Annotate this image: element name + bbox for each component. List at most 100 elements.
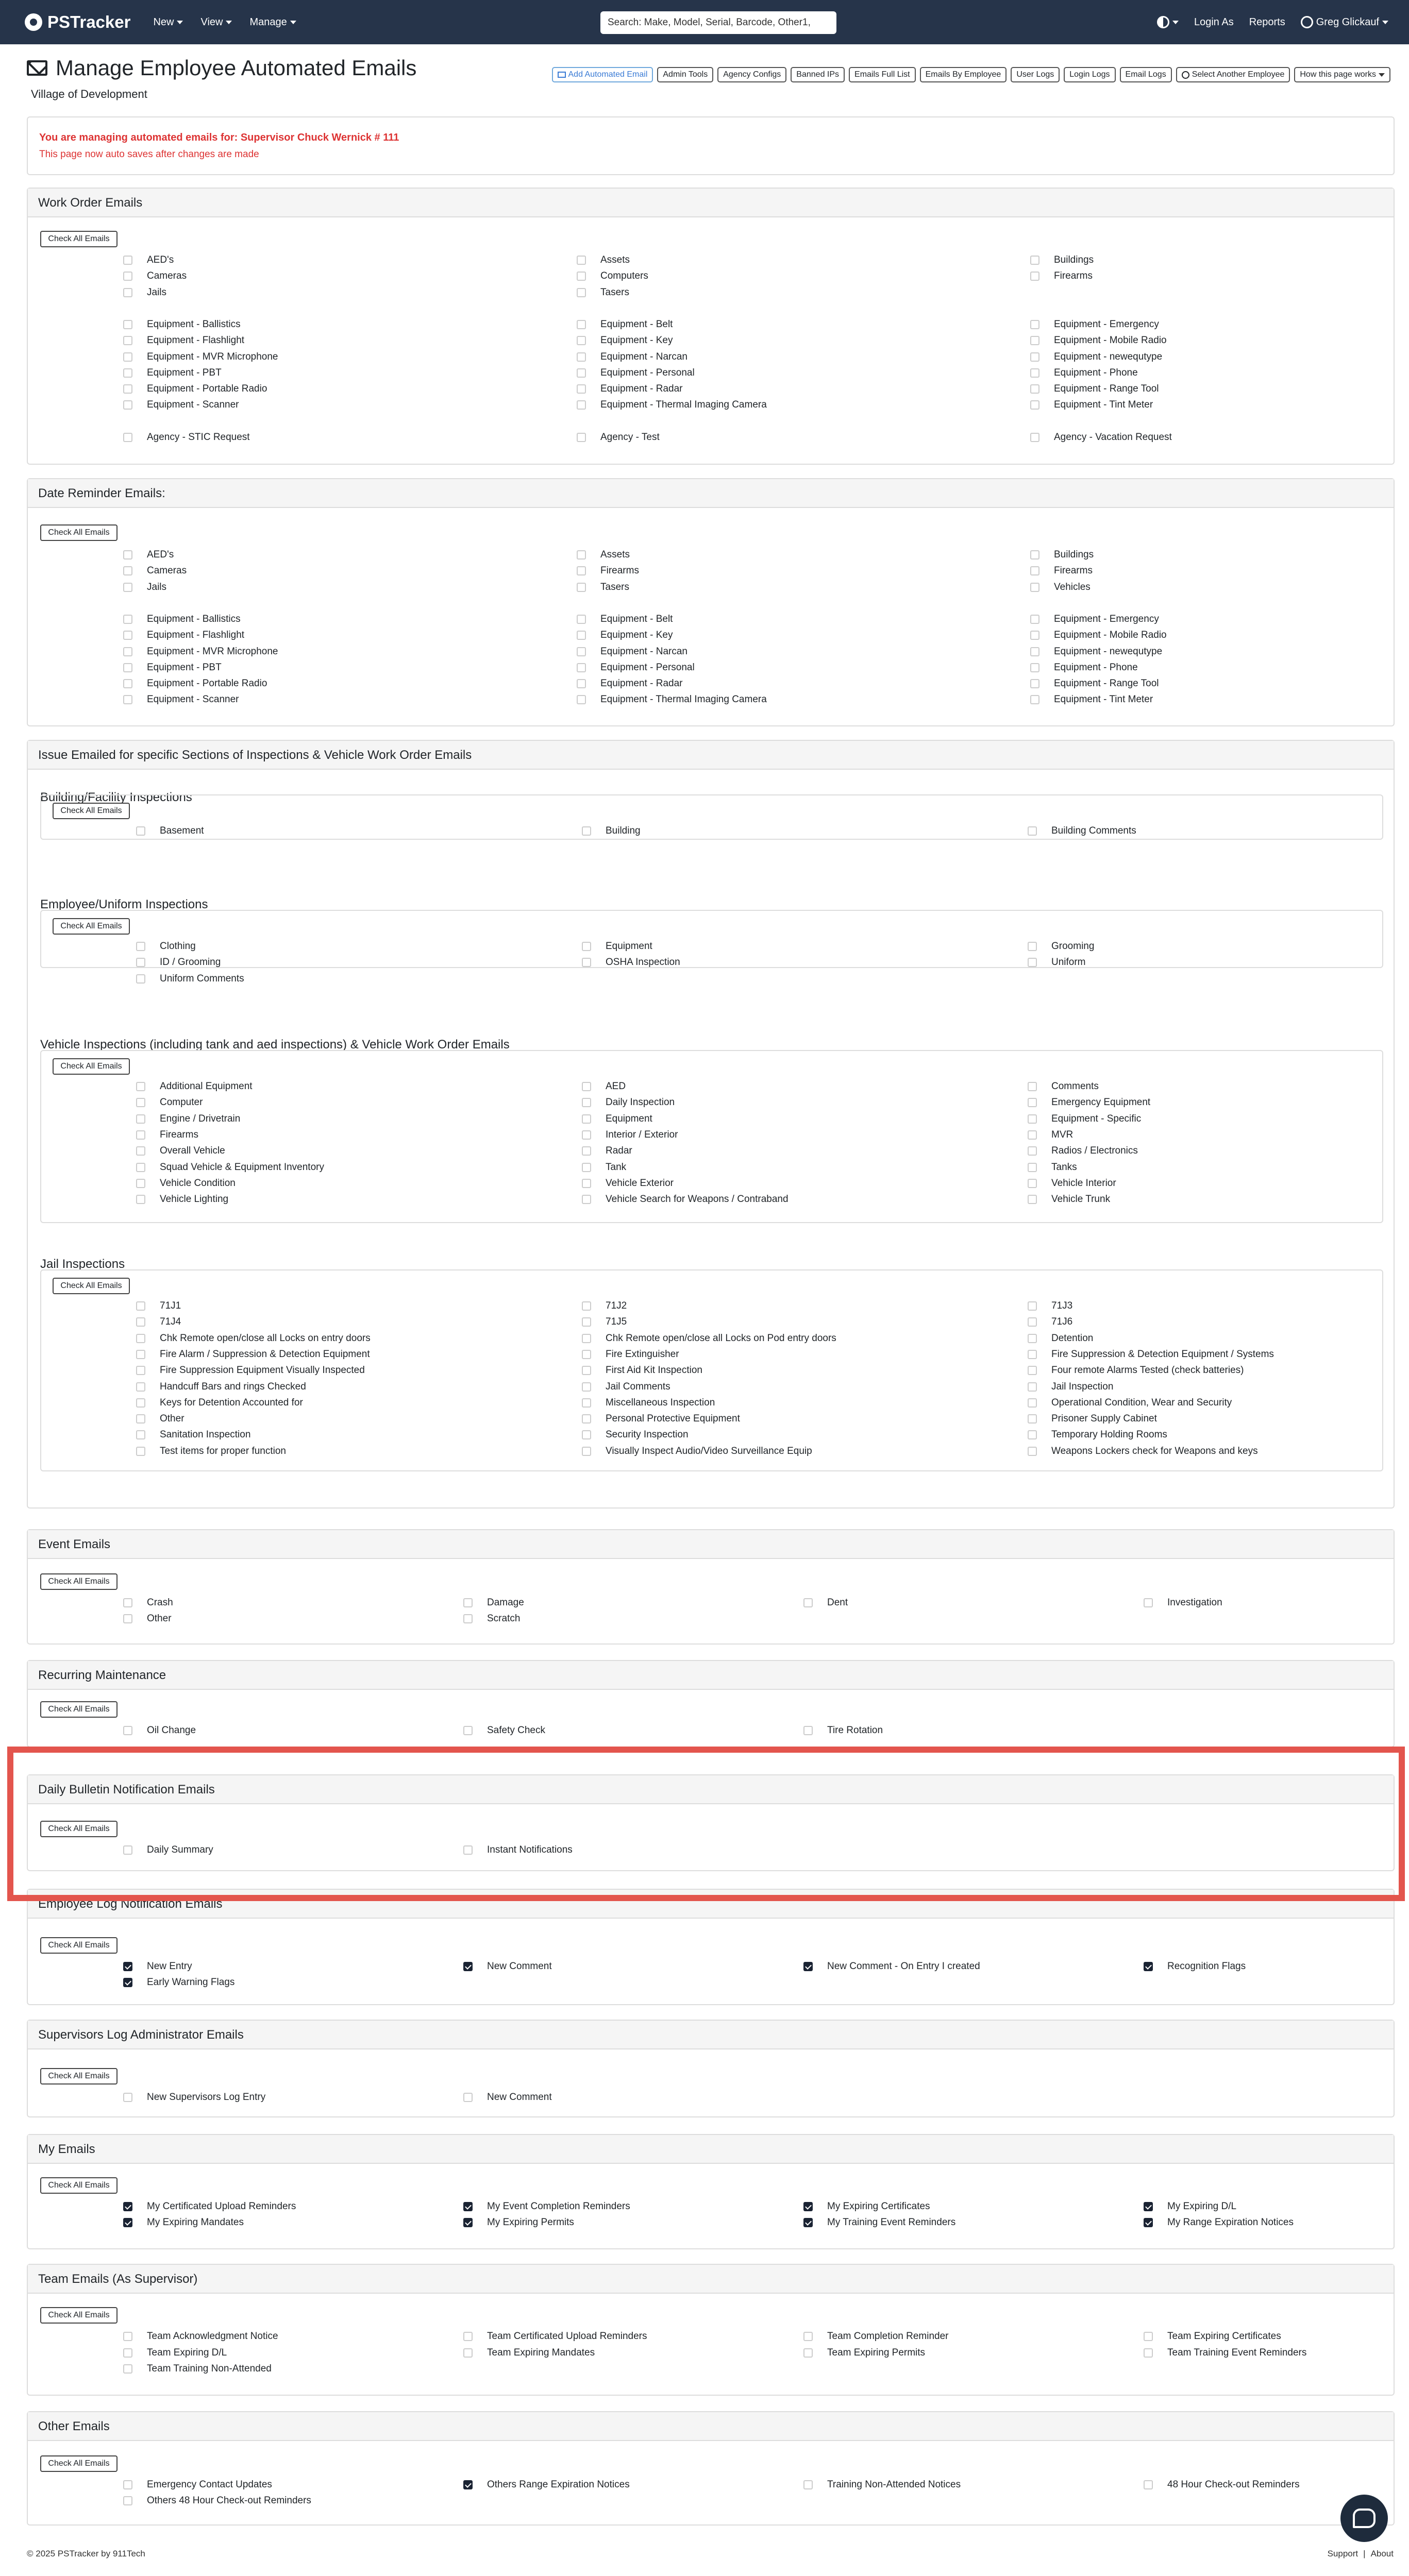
checkbox-item[interactable]: Equipment - Mobile Radio: [1030, 630, 1167, 641]
checkbox[interactable]: [123, 1845, 132, 1855]
checkbox[interactable]: [136, 1178, 145, 1188]
checkbox-item[interactable]: 71J5: [582, 1316, 627, 1328]
checkbox[interactable]: [136, 1430, 145, 1440]
check-all-button[interactable]: Check All Emails: [53, 918, 130, 935]
checkbox[interactable]: [1144, 2202, 1153, 2211]
checkbox[interactable]: [1030, 663, 1039, 672]
checkbox-item[interactable]: Equipment - Thermal Imaging Camera: [577, 694, 767, 705]
menu-manage[interactable]: Manage: [249, 16, 296, 28]
checkbox-item[interactable]: AED's: [123, 255, 174, 266]
checkbox[interactable]: [136, 1301, 145, 1311]
checkbox[interactable]: [1144, 1962, 1153, 1971]
checkbox-item[interactable]: New Comment - On Entry I created: [803, 1961, 980, 1972]
checkbox-item[interactable]: Assets: [577, 549, 630, 561]
checkbox-item[interactable]: Assets: [577, 255, 630, 266]
checkbox-item[interactable]: Daily Inspection: [582, 1097, 675, 1108]
reports-link[interactable]: Reports: [1249, 16, 1285, 28]
checkbox-item[interactable]: Four remote Alarms Tested (check batteri…: [1028, 1365, 1244, 1376]
checkbox-item[interactable]: Damage: [463, 1597, 524, 1608]
search-input[interactable]: Search: Make, Model, Serial, Barcode, Ot…: [600, 11, 836, 34]
checkbox[interactable]: [582, 1195, 591, 1205]
checkbox-item[interactable]: Others Range Expiration Notices: [463, 2479, 630, 2490]
checkbox[interactable]: [1030, 614, 1039, 624]
toolbar-button[interactable]: Email Logs: [1119, 67, 1172, 82]
checkbox[interactable]: [463, 1726, 473, 1735]
checkbox-item[interactable]: Squad Vehicle & Equipment Inventory: [136, 1162, 324, 1173]
checkbox[interactable]: [463, 2202, 473, 2211]
checkbox[interactable]: [1030, 368, 1039, 378]
checkbox[interactable]: [123, 319, 132, 329]
checkbox[interactable]: [803, 2218, 813, 2227]
checkbox-item[interactable]: Other: [136, 1413, 184, 1425]
checkbox[interactable]: [577, 550, 586, 560]
checkbox[interactable]: [582, 1398, 591, 1408]
checkbox[interactable]: [123, 2202, 132, 2211]
checkbox-item[interactable]: Keys for Detention Accounted for: [136, 1397, 303, 1409]
checkbox-item[interactable]: Emergency Contact Updates: [123, 2479, 272, 2490]
checkbox[interactable]: [1030, 695, 1039, 705]
checkbox[interactable]: [577, 582, 586, 592]
checkbox-item[interactable]: Jail Inspection: [1028, 1381, 1113, 1393]
checkbox[interactable]: [123, 2480, 132, 2489]
check-all-button[interactable]: Check All Emails: [40, 231, 118, 247]
checkbox[interactable]: [577, 287, 586, 297]
checkbox-item[interactable]: Equipment: [582, 1113, 652, 1125]
checkbox-item[interactable]: Equipment - Personal: [577, 662, 695, 673]
checkbox[interactable]: [123, 695, 132, 705]
checkbox[interactable]: [1030, 352, 1039, 362]
checkbox[interactable]: [463, 2480, 473, 2489]
checkbox[interactable]: [136, 1098, 145, 1108]
checkbox[interactable]: [582, 1414, 591, 1424]
toolbar-button[interactable]: Add Automated Email: [551, 67, 653, 82]
checkbox-item[interactable]: Tire Rotation: [803, 1725, 883, 1736]
checkbox[interactable]: [803, 2348, 813, 2358]
checkbox-item[interactable]: Operational Condition, Wear and Security: [1028, 1397, 1232, 1409]
checkbox[interactable]: [123, 663, 132, 672]
menu-new[interactable]: New: [153, 16, 183, 28]
toolbar-button[interactable]: Agency Configs: [717, 67, 787, 82]
checkbox-item[interactable]: 71J4: [136, 1316, 181, 1328]
checkbox[interactable]: [136, 942, 145, 951]
checkbox-item[interactable]: Tasers: [577, 582, 629, 593]
checkbox-item[interactable]: New Supervisors Log Entry: [123, 2092, 265, 2103]
checkbox[interactable]: [1028, 1082, 1037, 1091]
checkbox-item[interactable]: My Expiring Certificates: [803, 2201, 930, 2212]
checkbox[interactable]: [582, 1349, 591, 1359]
checkbox[interactable]: [136, 1114, 145, 1124]
checkbox[interactable]: [1028, 1398, 1037, 1408]
checkbox-item[interactable]: Radios / Electronics: [1028, 1145, 1138, 1157]
checkbox[interactable]: [577, 400, 586, 410]
checkbox-item[interactable]: Weapons Lockers check for Weapons and ke…: [1028, 1446, 1258, 1457]
checkbox[interactable]: [1030, 631, 1039, 640]
checkbox-item[interactable]: Equipment - Narcan: [577, 351, 687, 363]
checkbox[interactable]: [1028, 1301, 1037, 1311]
checkbox[interactable]: [136, 1130, 145, 1140]
checkbox-item[interactable]: Vehicle Exterior: [582, 1178, 674, 1189]
checkbox-item[interactable]: Equipment - Emergency: [1030, 319, 1159, 330]
toolbar-button[interactable]: How this page works: [1294, 67, 1390, 82]
check-all-button[interactable]: Check All Emails: [40, 1937, 118, 1954]
checkbox[interactable]: [463, 2348, 473, 2358]
checkbox-item[interactable]: Equipment - Thermal Imaging Camera: [577, 399, 767, 411]
checkbox[interactable]: [1028, 1195, 1037, 1205]
checkbox[interactable]: [123, 679, 132, 689]
checkbox-item[interactable]: Vehicle Lighting: [136, 1194, 228, 1205]
checkbox[interactable]: [123, 272, 132, 281]
checkbox-item[interactable]: Agency - Vacation Request: [1030, 432, 1172, 443]
checkbox-item[interactable]: Team Expiring Mandates: [463, 2347, 595, 2359]
check-all-button[interactable]: Check All Emails: [40, 2455, 118, 2472]
chat-bubble-icon[interactable]: [1340, 2495, 1388, 2542]
checkbox[interactable]: [123, 1598, 132, 1607]
checkbox-item[interactable]: Handcuff Bars and rings Checked: [136, 1381, 306, 1393]
checkbox-item[interactable]: Team Expiring D/L: [123, 2347, 227, 2359]
checkbox-item[interactable]: Emergency Equipment: [1028, 1097, 1150, 1108]
checkbox[interactable]: [803, 1726, 813, 1735]
checkbox-item[interactable]: My Expiring Mandates: [123, 2217, 244, 2228]
checkbox[interactable]: [577, 663, 586, 672]
checkbox[interactable]: [577, 256, 586, 265]
checkbox[interactable]: [582, 1162, 591, 1172]
checkbox-item[interactable]: First Aid Kit Inspection: [582, 1365, 702, 1376]
checkbox-item[interactable]: Jails: [123, 287, 166, 298]
checkbox-item[interactable]: Miscellaneous Inspection: [582, 1397, 715, 1409]
checkbox[interactable]: [803, 1962, 813, 1971]
